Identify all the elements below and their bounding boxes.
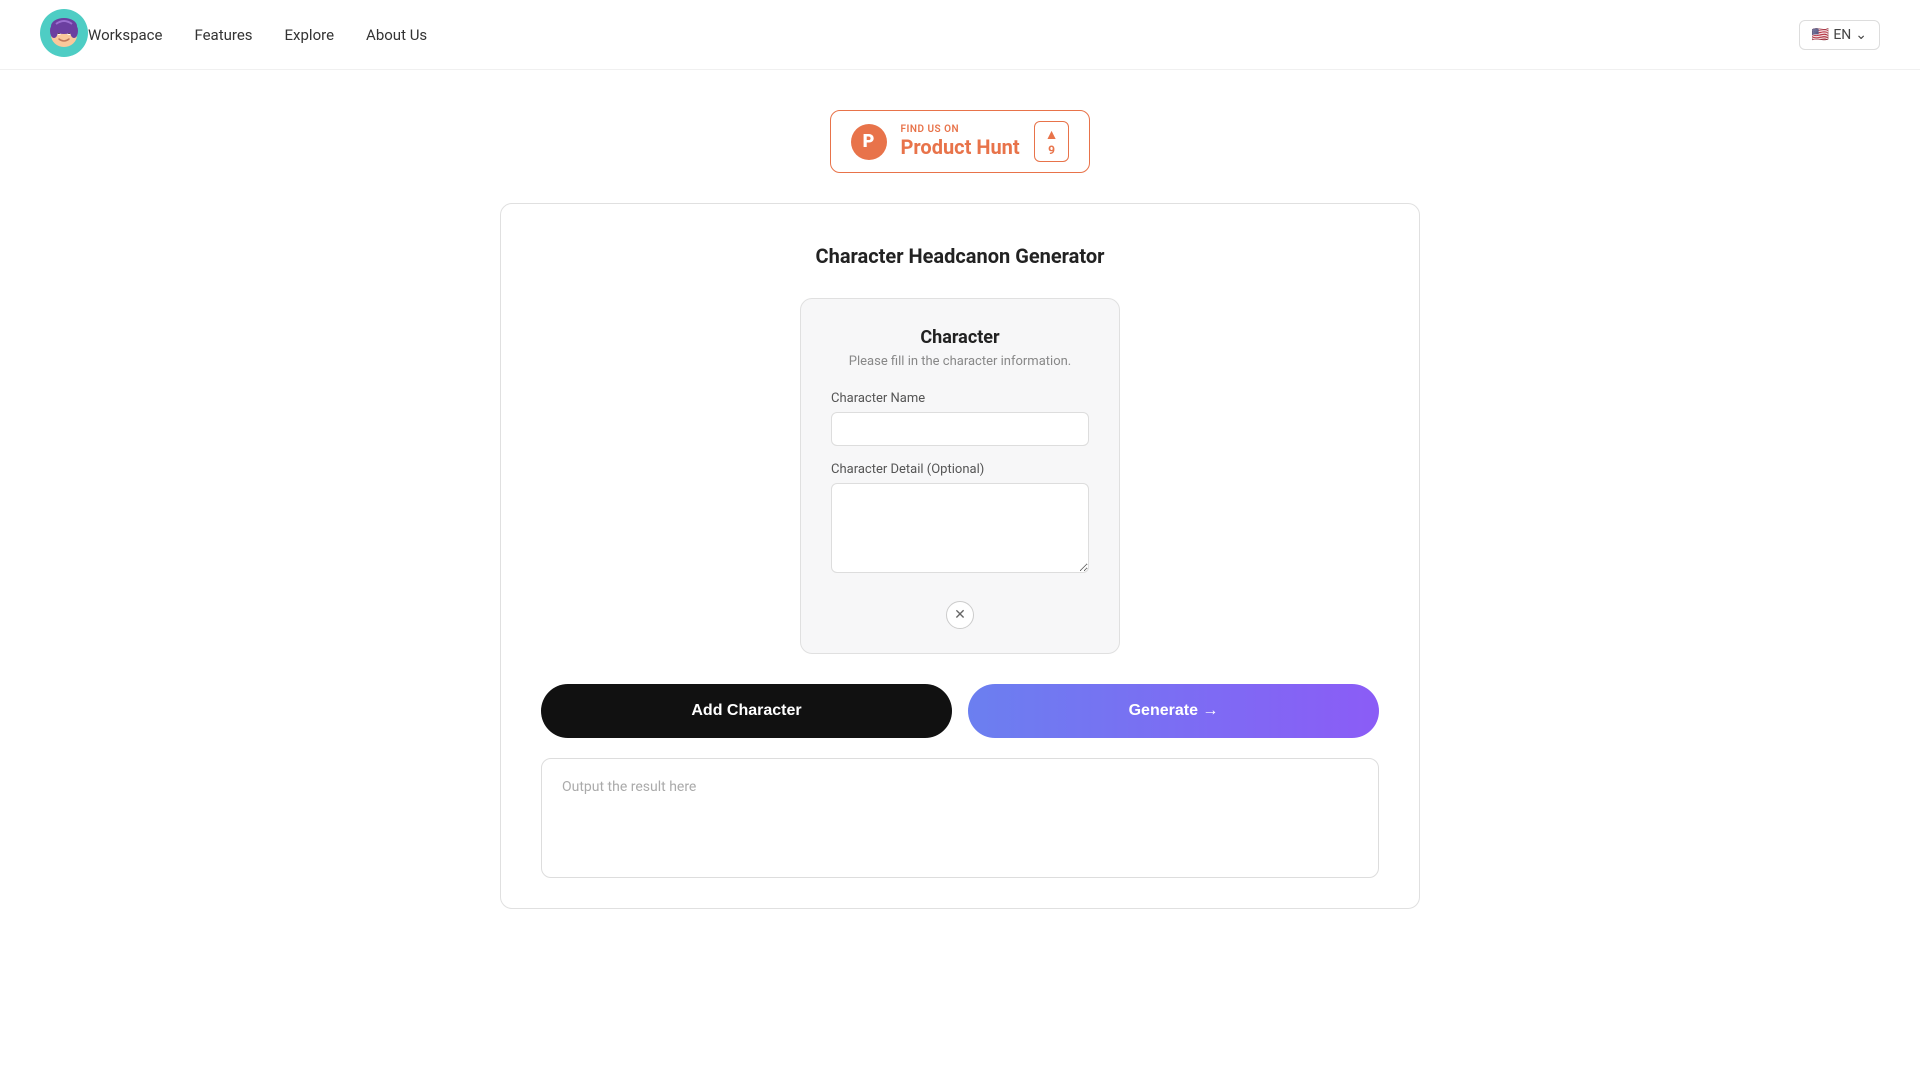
remove-character-button[interactable]: ✕ (946, 601, 974, 629)
remove-button-wrapper: ✕ (831, 601, 1089, 629)
character-detail-label: Character Detail (Optional) (831, 462, 1089, 477)
ph-upvote-badge[interactable]: ▲ 9 (1034, 121, 1070, 162)
nav-links: Workspace Features Explore About Us (88, 26, 1799, 44)
product-hunt-banner[interactable]: P FIND US ON Product Hunt ▲ 9 (830, 110, 1091, 173)
action-buttons: Add Character Generate → (541, 684, 1379, 738)
logo[interactable] (40, 9, 88, 61)
generate-button[interactable]: Generate → (968, 684, 1379, 738)
upvote-count: 9 (1048, 143, 1055, 157)
generator-container: Character Headcanon Generator Character … (500, 203, 1420, 909)
upvote-arrow-icon: ▲ (1045, 126, 1059, 143)
main-content: Character Headcanon Generator Character … (480, 203, 1440, 909)
close-icon: ✕ (954, 607, 966, 623)
chevron-down-icon: ⌄ (1855, 27, 1867, 43)
ph-title: Product Hunt (901, 135, 1020, 159)
card-title: Character (831, 327, 1089, 348)
flag-icon: 🇺🇸 (1812, 27, 1829, 43)
product-hunt-logo: P (851, 124, 887, 160)
nav-explore[interactable]: Explore (285, 26, 335, 44)
product-hunt-text: FIND US ON Product Hunt (901, 124, 1020, 159)
navbar: Workspace Features Explore About Us 🇺🇸 E… (0, 0, 1920, 70)
character-name-label: Character Name (831, 391, 1089, 406)
ph-find-label: FIND US ON (901, 124, 1020, 135)
product-hunt-section: P FIND US ON Product Hunt ▲ 9 (0, 110, 1920, 173)
nav-about[interactable]: About Us (366, 26, 427, 44)
character-name-input[interactable] (831, 412, 1089, 446)
character-card: Character Please fill in the character i… (800, 298, 1120, 654)
language-selector[interactable]: 🇺🇸 EN ⌄ (1799, 20, 1880, 50)
generator-title: Character Headcanon Generator (541, 244, 1379, 268)
nav-features[interactable]: Features (194, 26, 252, 44)
card-subtitle: Please fill in the character information… (831, 354, 1089, 369)
add-character-button[interactable]: Add Character (541, 684, 952, 738)
output-area: Output the result here (541, 758, 1379, 878)
character-detail-textarea[interactable] (831, 483, 1089, 573)
output-placeholder: Output the result here (562, 779, 696, 795)
lang-code: EN (1833, 27, 1851, 43)
nav-workspace[interactable]: Workspace (88, 26, 162, 44)
